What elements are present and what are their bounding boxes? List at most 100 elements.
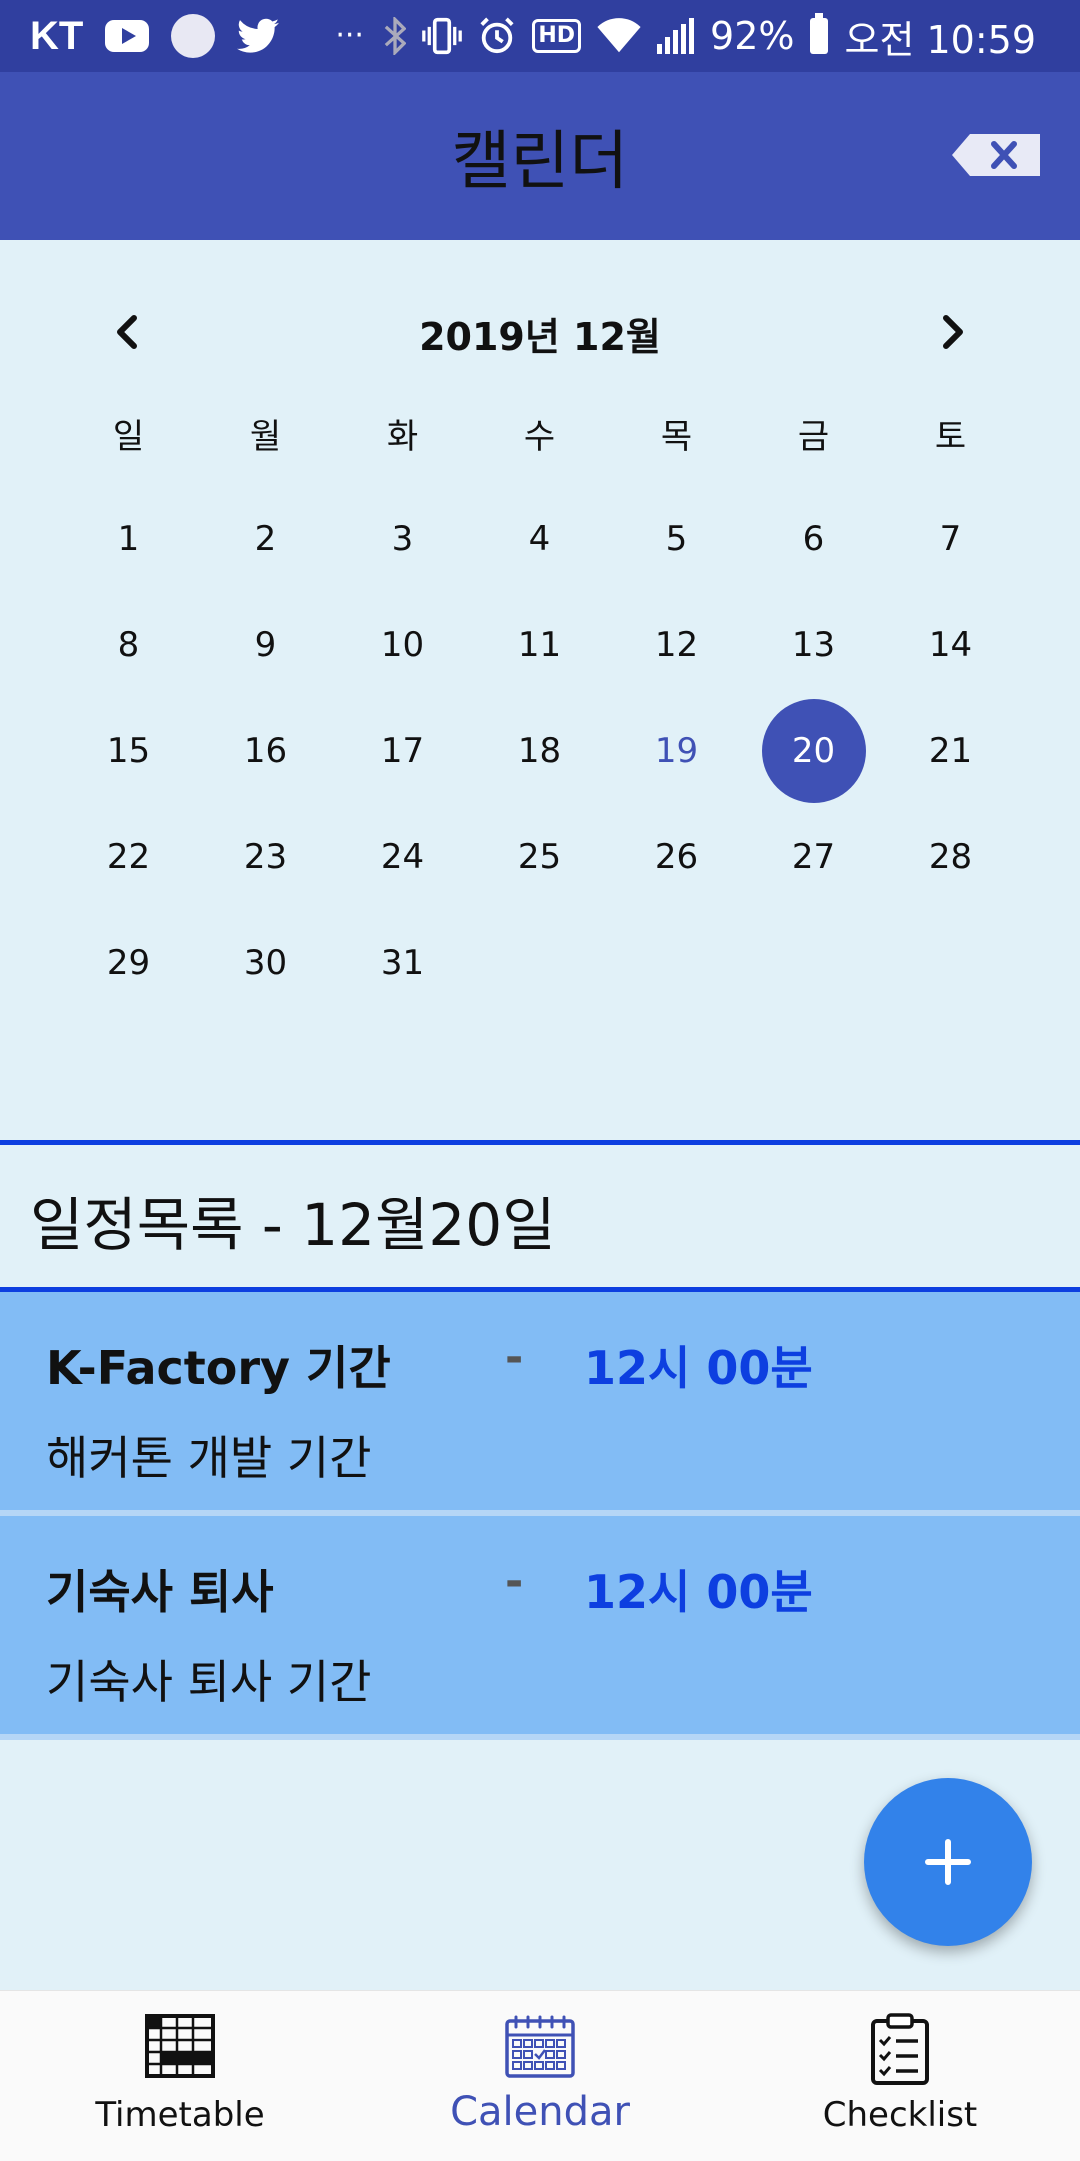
day-number: 24	[380, 837, 425, 877]
calendar-day[interactable]: 25	[471, 804, 608, 910]
day-number: 16	[243, 731, 288, 771]
calendar-day[interactable]: 4	[471, 486, 608, 592]
calendar-day[interactable]: 21	[882, 698, 1019, 804]
more-notifications-icon: ···	[335, 18, 364, 53]
calendar-day[interactable]: 24	[334, 804, 471, 910]
calendar-day[interactable]: 28	[882, 804, 1019, 910]
event-item[interactable]: 기숙사 퇴사 - 12시 00분 기숙사 퇴사 기간	[0, 1516, 1080, 1734]
youtube-icon	[105, 20, 150, 52]
bluetooth-icon	[385, 17, 407, 55]
weekday-label: 금	[797, 416, 830, 457]
day-number: 1	[117, 519, 140, 559]
calendar-day[interactable]: 13	[745, 592, 882, 698]
day-number: 2	[254, 519, 277, 559]
day-number: 15	[106, 731, 151, 771]
calendar-day[interactable]: 29	[60, 910, 197, 1016]
chevron-right-icon[interactable]	[930, 310, 974, 354]
day-number: 11	[517, 625, 562, 665]
day-number: 10	[380, 625, 425, 665]
timetable-icon	[145, 2014, 215, 2078]
notification-dot-icon	[171, 14, 216, 58]
battery-percent: 92%	[710, 14, 795, 58]
calendar-day[interactable]: 2	[197, 486, 334, 592]
day-number: 29	[106, 943, 151, 983]
checklist-icon	[871, 2013, 929, 2085]
nav-label: Timetable	[95, 2095, 265, 2135]
calendar-day[interactable]: 23	[197, 804, 334, 910]
day-number: 7	[939, 519, 962, 559]
calendar-day[interactable]: 18	[471, 698, 608, 804]
calendar-day[interactable]: 17	[334, 698, 471, 804]
calendar-day[interactable]: 11	[471, 592, 608, 698]
event-description: 해커톤 개발 기간	[46, 1431, 372, 1485]
weekday-label: 수	[523, 416, 556, 457]
event-name: K-Factory 기간	[46, 1341, 391, 1395]
day-number: 31	[380, 943, 425, 983]
calendar-day[interactable]: 8	[60, 592, 197, 698]
twitter-icon	[237, 18, 280, 53]
day-number: 3	[391, 519, 414, 559]
calendar-day[interactable]: 3	[334, 486, 471, 592]
day-number: 4	[528, 519, 551, 559]
calendar-day[interactable]: 31	[334, 910, 471, 1016]
calendar-day[interactable]: 6	[745, 486, 882, 592]
calendar-day[interactable]: 27	[745, 804, 882, 910]
calendar-day[interactable]: 9	[197, 592, 334, 698]
hd-voice-icon: HD	[532, 19, 582, 53]
day-number: 22	[106, 837, 151, 877]
day-number: 30	[243, 943, 288, 983]
signal-icon	[657, 18, 695, 54]
calendar-day[interactable]: 1	[60, 486, 197, 592]
section-divider	[0, 1140, 1080, 1145]
event-time: 12시 00분	[584, 1341, 813, 1395]
day-number: 27	[791, 837, 836, 877]
event-name: 기숙사 퇴사	[46, 1565, 274, 1619]
calendar-icon	[505, 2015, 575, 2078]
event-description: 기숙사 퇴사 기간	[46, 1655, 372, 1709]
nav-calendar[interactable]: Calendar	[360, 1991, 720, 2161]
calendar-day[interactable]: 7	[882, 486, 1019, 592]
calendar-day[interactable]: 5	[608, 486, 745, 592]
day-number: 21	[928, 731, 973, 771]
nav-label: Checklist	[822, 2095, 978, 2135]
nav-timetable[interactable]: Timetable	[0, 1991, 360, 2161]
battery-icon	[810, 13, 829, 54]
calendar-day-selected[interactable]: 20	[745, 698, 882, 804]
carrier-label: KT	[30, 13, 84, 58]
event-separator: -	[505, 1332, 524, 1383]
calendar-day[interactable]: 14	[882, 592, 1019, 698]
calendar-day[interactable]: 12	[608, 592, 745, 698]
calendar-day[interactable]: 30	[197, 910, 334, 1016]
day-number: 6	[802, 519, 825, 559]
day-number: 23	[243, 837, 288, 877]
day-number: 20	[761, 699, 866, 803]
calendar-day[interactable]: 19	[608, 698, 745, 804]
calendar-day[interactable]: 10	[334, 592, 471, 698]
backspace-icon[interactable]	[952, 134, 1040, 176]
day-number: 8	[117, 625, 140, 665]
day-number: 18	[517, 731, 562, 771]
add-event-button[interactable]	[864, 1778, 1032, 1946]
app-bar: 캘린더	[0, 72, 1080, 240]
nav-checklist[interactable]: Checklist	[720, 1991, 1080, 2161]
schedule-title: 일정목록 - 12월20일	[30, 1191, 556, 1259]
day-number: 13	[791, 625, 836, 665]
wifi-icon	[597, 18, 641, 53]
status-bar: KT ··· HD 92% 오전 10:59	[0, 0, 1080, 72]
weekday-label: 목	[660, 416, 693, 457]
page-title: 캘린더	[451, 125, 629, 199]
day-number: 12	[654, 625, 699, 665]
month-header: 2019년 12월	[0, 300, 1080, 364]
calendar-day[interactable]: 15	[60, 698, 197, 804]
calendar-day[interactable]: 16	[197, 698, 334, 804]
event-separator: -	[505, 1556, 524, 1607]
day-number: 5	[665, 519, 688, 559]
day-number: 28	[928, 837, 973, 877]
day-number: 9	[254, 625, 277, 665]
calendar-day[interactable]: 22	[60, 804, 197, 910]
day-number: 14	[928, 625, 973, 665]
weekday-label: 일	[112, 416, 145, 457]
event-item[interactable]: K-Factory 기간 - 12시 00분 해커톤 개발 기간	[0, 1292, 1080, 1510]
calendar-day[interactable]: 26	[608, 804, 745, 910]
nav-label: Calendar	[450, 2089, 630, 2135]
